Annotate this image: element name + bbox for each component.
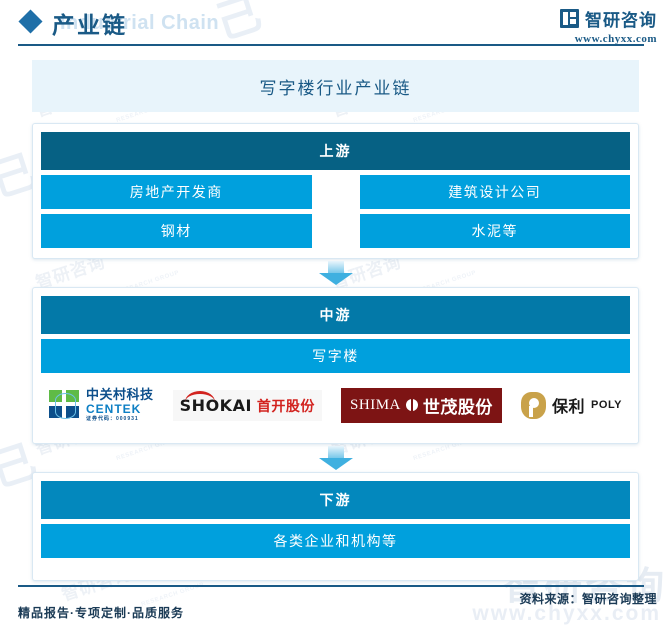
page-footer: 精品报告·专项定制·品质服务 资料来源：智研咨询整理 (0, 582, 671, 638)
downstream-item-enterprises-institutions[interactable]: 各类企业和机构等 (41, 524, 630, 558)
midstream-item-office-building[interactable]: 写字楼 (41, 339, 630, 373)
downstream-heading: 下游 (41, 481, 630, 519)
down-arrow-icon (318, 261, 353, 285)
header-divider (18, 44, 644, 46)
company-logo-shimao[interactable]: SHIMA 世茂股份 (341, 385, 502, 425)
globe-icon (405, 399, 418, 411)
footer-divider (18, 585, 644, 587)
upstream-item-real-estate-developer[interactable]: 房地产开发商 (41, 175, 312, 209)
midstream-company-logos: 中关村科技 CENTEK 证券代码：000931 SHOKAI 首开股份 SHI… (41, 373, 630, 433)
down-arrow-icon (318, 446, 353, 470)
upstream-heading: 上游 (41, 132, 630, 170)
centek-mark-icon (49, 390, 80, 420)
company-logo-shokai[interactable]: SHOKAI 首开股份 (172, 385, 322, 425)
centek-name-en: CENTEK (86, 402, 142, 416)
page-title: 产业链 (52, 12, 127, 38)
upstream-item-steel[interactable]: 钢材 (41, 214, 312, 248)
data-source-note: 资料来源：智研咨询整理 (519, 592, 657, 606)
midstream-panel: 中游 写字楼 中关村科技 CENTEK 证券代码：000931 SHOKAI 首… (32, 287, 639, 444)
upstream-item-cement[interactable]: 水泥等 (359, 214, 630, 248)
footer-tagline: 精品报告·专项定制·品质服务 (18, 606, 184, 620)
upstream-item-architectural-design-company[interactable]: 建筑设计公司 (359, 175, 630, 209)
industry-chain-diagram: 写字楼行业产业链 上游 房地产开发商 建筑设计公司 钢材 水泥等 中游 写字楼 (32, 60, 639, 581)
diagram-title: 写字楼行业产业链 (32, 60, 639, 112)
flow-arrow-1 (32, 259, 639, 287)
brand-mark-icon (560, 9, 579, 28)
centek-stock-code: 证券代码：000931 (86, 416, 139, 422)
downstream-panel: 下游 各类企业和机构等 (32, 472, 639, 581)
shimao-name-en: SHIMA (350, 396, 401, 413)
midstream-heading: 中游 (41, 296, 630, 334)
diamond-icon (18, 9, 43, 34)
shimao-name-cn: 世茂股份 (422, 397, 493, 417)
page-header: Industrial Chain 产业链 智研咨询 www.chyxx.com (0, 0, 671, 52)
poly-name-cn: 保利 (552, 399, 586, 416)
brand-url: www.chyxx.com (574, 33, 657, 45)
flow-arrow-2 (32, 444, 639, 472)
upstream-row-2: 钢材 水泥等 (41, 214, 630, 248)
company-logo-centek[interactable]: 中关村科技 CENTEK 证券代码：000931 (49, 385, 154, 425)
shokai-roof-icon (184, 390, 215, 402)
poly-mark-icon (521, 391, 547, 419)
company-logo-poly[interactable]: 保利 POLY (521, 385, 622, 425)
shokai-name-cn: 首开股份 (256, 397, 315, 414)
brand-name: 智研咨询 (585, 11, 657, 30)
upstream-panel: 上游 房地产开发商 建筑设计公司 钢材 水泥等 (32, 123, 639, 259)
poly-name-en: POLY (591, 399, 622, 411)
centek-name-cn: 中关村科技 (86, 387, 154, 402)
upstream-row-1: 房地产开发商 建筑设计公司 (41, 175, 630, 209)
brand-logo: 智研咨询 www.chyxx.com (560, 6, 657, 45)
